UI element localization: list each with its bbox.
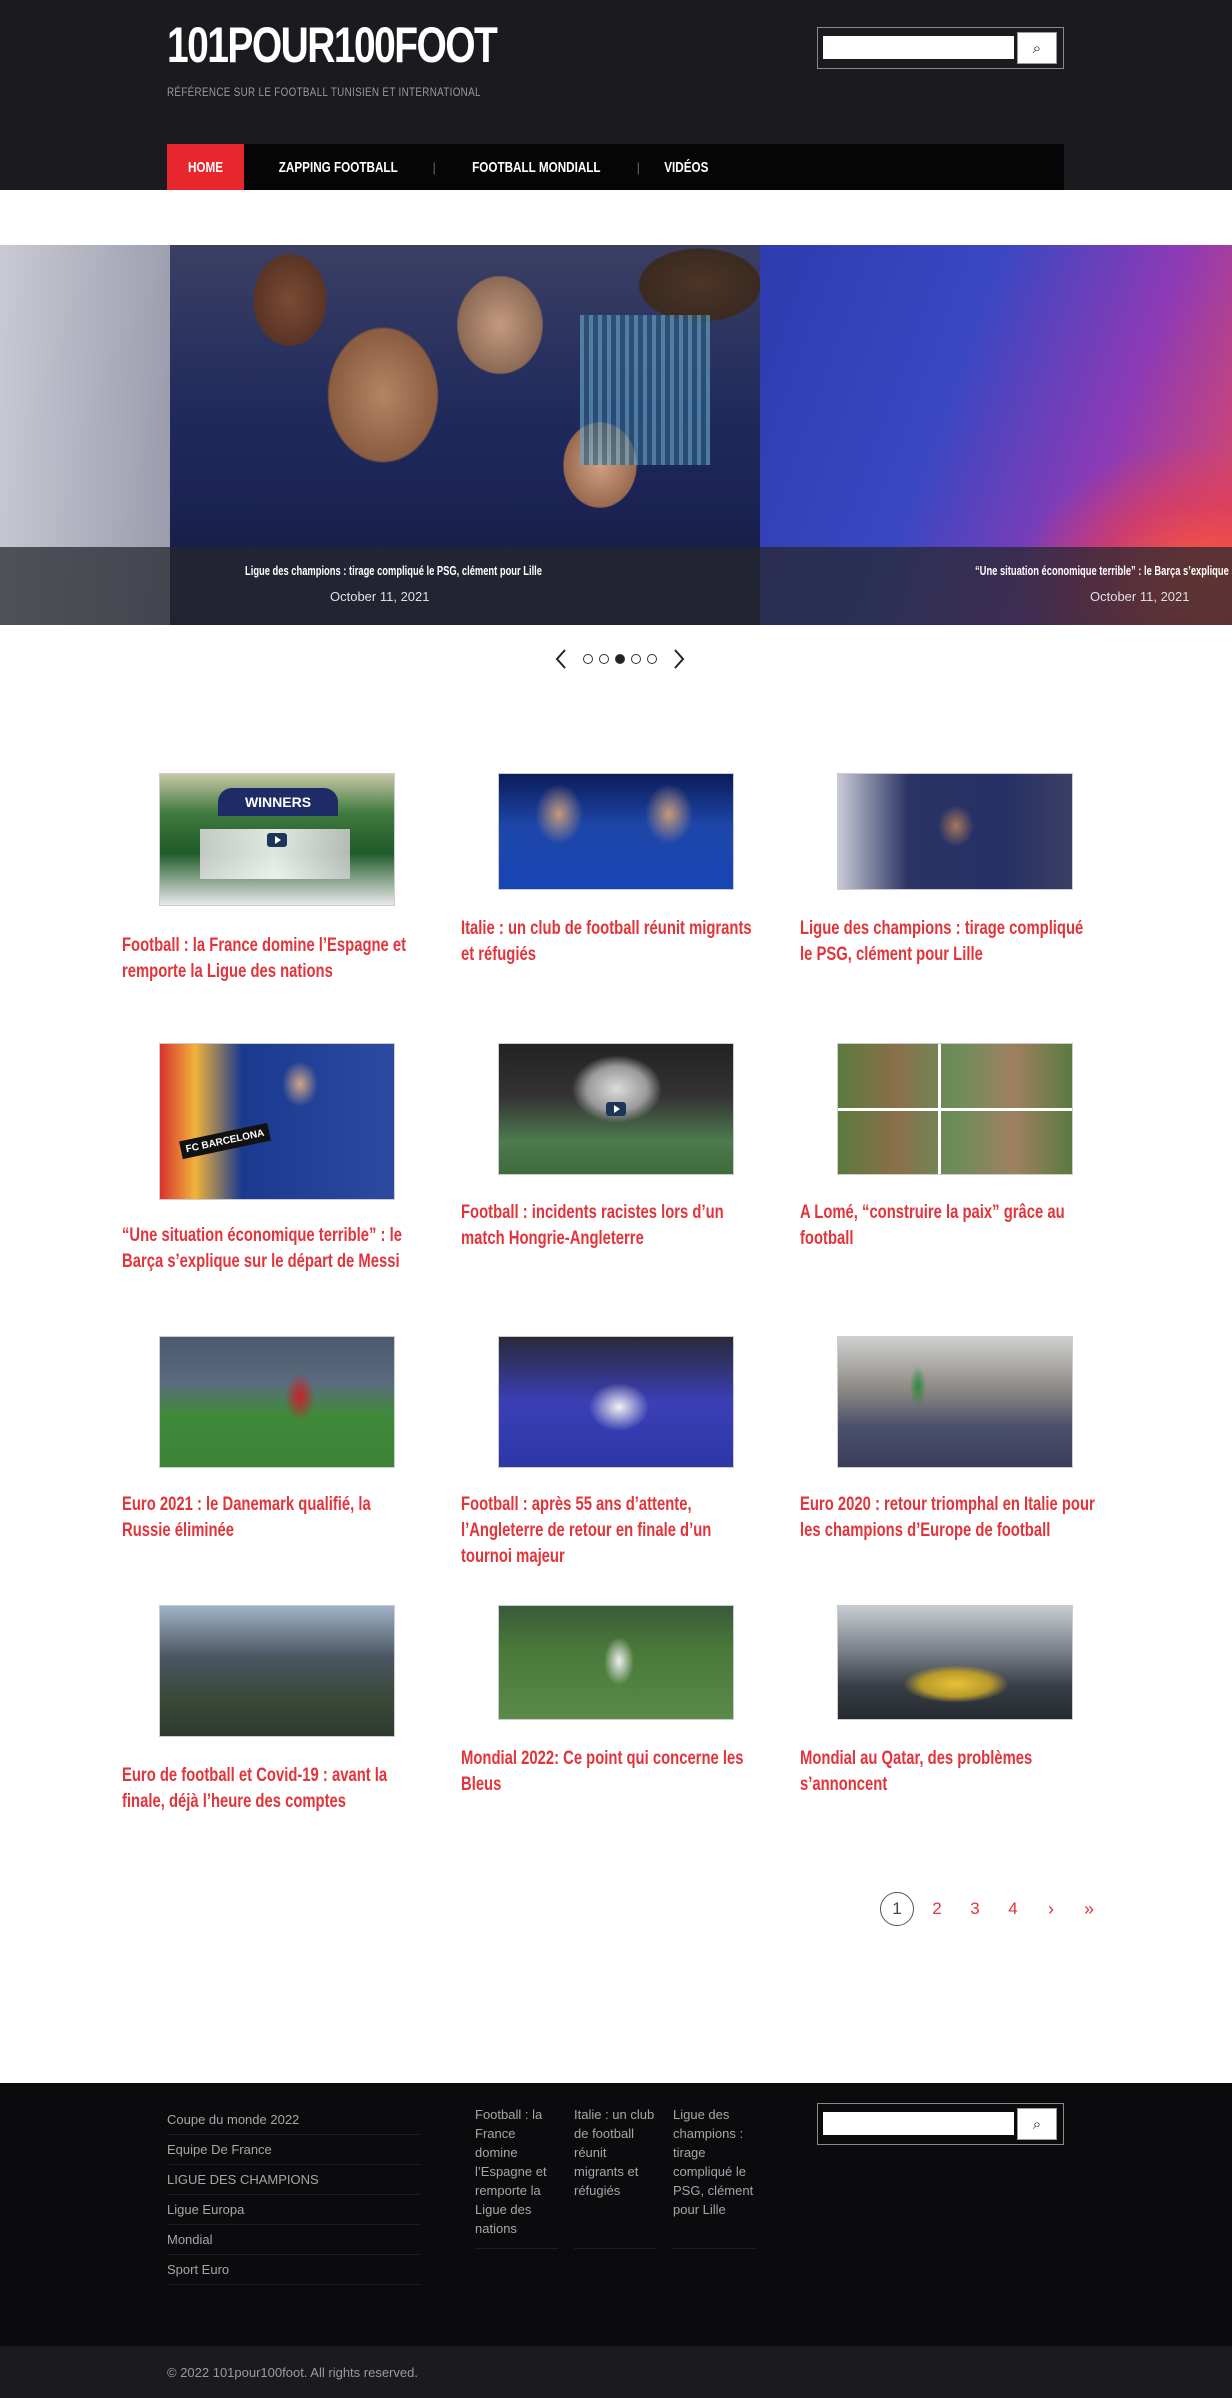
article-title[interactable]: Ligue des champions : tirage compliqué l… [800,916,1100,968]
search-button[interactable]: ⌕ [1017,32,1057,64]
footer-category-link[interactable]: Sport Euro [167,2255,420,2285]
footer-categories: Coupe du monde 2022 Equipe De France LIG… [167,2105,420,2285]
article-title[interactable]: Euro 2020 : retour triomphal en Italie p… [800,1492,1100,1544]
play-icon [606,1102,626,1116]
article-thumbnail[interactable] [837,773,1073,890]
slide[interactable]: “Une situation économique terrible” : le… [760,245,1232,625]
page-current[interactable]: 1 [880,1892,914,1926]
article-title[interactable]: Football : la France domine l’Espagne et… [122,933,422,985]
nav-item-home[interactable]: HOME [167,144,244,190]
site-logo[interactable]: 101POUR100FOOT [167,16,498,74]
nav-item-football-mondiall[interactable]: FOOTBALL MONDIALL [436,144,637,190]
article-thumbnail[interactable] [837,1043,1073,1175]
slider-next-button[interactable] [667,647,691,671]
nav-item-zapping-football[interactable]: ZAPPING FOOTBALL [244,144,433,190]
article-title[interactable]: Football : après 55 ans d’attente, l’Ang… [461,1492,761,1570]
search-icon: ⌕ [1032,39,1042,57]
article-title[interactable]: Mondial 2022: Ce point qui concerne les … [461,1746,761,1798]
article-title[interactable]: Football : incidents racistes lors d’un … [461,1200,761,1252]
article-thumbnail[interactable] [159,1605,395,1737]
chevron-right-icon: › [1048,1898,1054,1919]
nav-label: HOME [187,158,224,176]
footer-category-link[interactable]: Equipe De France [167,2135,420,2165]
header-search: ⌕ [817,27,1064,69]
article-thumbnail[interactable] [498,1336,734,1468]
chevron-left-icon [555,649,566,669]
main-nav: HOME ZAPPING FOOTBALL | FOOTBALL MONDIAL… [167,144,1064,190]
play-icon [267,832,287,847]
thumb-sign: FC BARCELONA [179,1122,271,1160]
footer-category-link[interactable]: Ligue Europa [167,2195,420,2225]
footer-search: ⌕ [817,2103,1064,2145]
search-button[interactable]: ⌕ [1017,2108,1057,2140]
featured-slider: Ligue des champions : tirage compliqué l… [0,245,1232,625]
copyright-bar: © 2022 101pour100foot. All rights reserv… [0,2346,1232,2398]
slider-controls [540,646,700,672]
footer-recent-posts: Football : la France domine l’Espagne et… [475,2105,756,2249]
article-thumbnail[interactable] [837,1336,1073,1468]
search-input[interactable] [823,2112,1014,2135]
search-input[interactable] [823,36,1014,59]
slider-dot[interactable] [647,654,657,664]
article-title[interactable]: A Lomé, “construire la paix” grâce au fo… [800,1200,1100,1252]
page-link[interactable]: 4 [994,1891,1032,1927]
last-page-button[interactable]: » [1070,1891,1108,1927]
search-icon: ⌕ [1032,2115,1042,2133]
footer-post-link[interactable]: Football : la France domine l’Espagne et… [475,2105,558,2249]
slide-title[interactable]: Ligue des champions : tirage compliqué l… [245,563,542,578]
pagination: 1 2 3 4 › » [880,1891,1108,1927]
article-thumbnail[interactable] [498,1605,734,1720]
site-footer: Coupe du monde 2022 Equipe De France LIG… [0,2083,1232,2346]
slide-date: October 11, 2021 [1090,589,1190,604]
slider-dot[interactable] [583,654,593,664]
article-thumbnail[interactable] [498,1043,734,1175]
slider-dot[interactable] [599,654,609,664]
next-page-button[interactable]: › [1032,1891,1070,1927]
article-title[interactable]: Mondial au Qatar, des problèmes s’annonc… [800,1746,1100,1798]
slide-title[interactable]: “Une situation économique terrible” : le… [975,563,1232,578]
slider-dot-active[interactable] [615,654,625,664]
article-title[interactable]: Italie : un club de football réunit migr… [461,916,761,968]
article-thumbnail[interactable] [498,773,734,890]
nav-item-videos[interactable]: VIDÉOS [640,144,733,190]
slider-dots [583,654,657,664]
chevron-right-icon [674,649,685,669]
site-tagline: RÉFÉRENCE SUR LE FOOTBALL TUNISIEN ET IN… [167,85,481,99]
nav-label: VIDÉOS [664,158,709,176]
double-chevron-right-icon: » [1083,1898,1094,1919]
slide-caption: “Une situation économique terrible” : le… [760,547,1232,625]
footer-post-link[interactable]: Italie : un club de football réunit migr… [574,2105,657,2249]
page-link[interactable]: 3 [956,1891,994,1927]
slide[interactable]: Ligue des champions : tirage compliqué l… [0,245,760,625]
slider-prev-button[interactable] [549,647,573,671]
article-thumbnail[interactable] [159,1336,395,1468]
article-title[interactable]: “Une situation économique terrible” : le… [122,1223,422,1275]
article-thumbnail[interactable] [837,1605,1073,1720]
article-thumbnail[interactable]: FC BARCELONA [159,1043,395,1200]
article-thumbnail[interactable]: WINNERS [159,773,395,906]
footer-category-link[interactable]: LIGUE DES CHAMPIONS [167,2165,420,2195]
footer-category-link[interactable]: Mondial [167,2225,420,2255]
slide-date: October 11, 2021 [330,589,430,604]
footer-category-link[interactable]: Coupe du monde 2022 [167,2105,420,2135]
site-header: 101POUR100FOOT RÉFÉRENCE SUR LE FOOTBALL… [0,0,1232,190]
slider-dot[interactable] [631,654,641,664]
page-link[interactable]: 2 [918,1891,956,1927]
thumb-banner: WINNERS [218,788,338,816]
nav-label: ZAPPING FOOTBALL [278,158,398,176]
footer-post-link[interactable]: Ligue des champions : tirage compliqué l… [673,2105,756,2249]
article-title[interactable]: Euro de football et Covid-19 : avant la … [122,1763,422,1815]
slide-caption: Ligue des champions : tirage compliqué l… [0,547,760,625]
copyright-text: © 2022 101pour100foot. All rights reserv… [167,2365,418,2380]
article-title[interactable]: Euro 2021 : le Danemark qualifié, la Rus… [122,1492,422,1544]
nav-label: FOOTBALL MONDIALL [472,158,601,176]
